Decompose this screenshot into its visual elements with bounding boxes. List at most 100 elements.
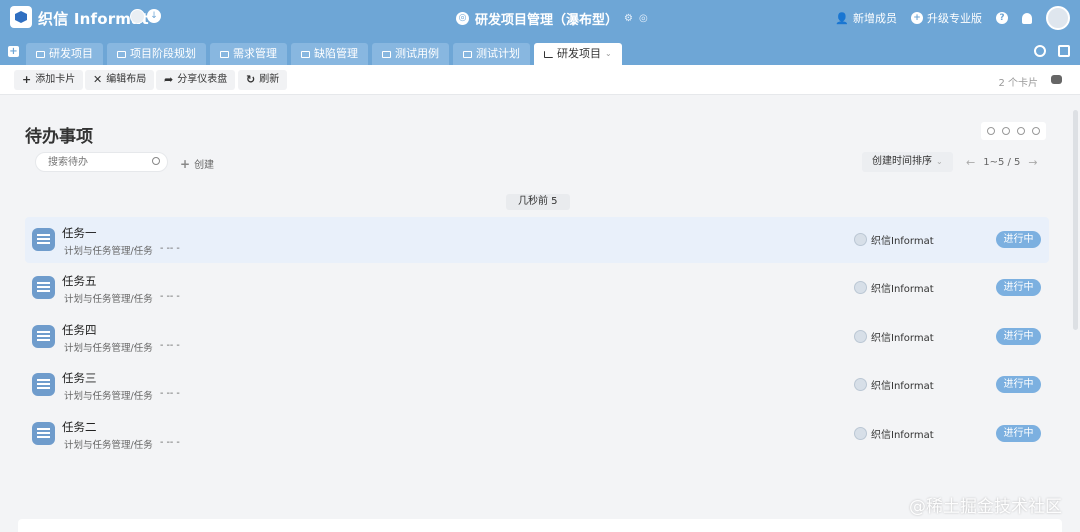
- status-badge[interactable]: 进行中: [996, 376, 1041, 393]
- task-date: - -- -: [160, 243, 180, 254]
- task-path: 计划与任务管理/任务: [64, 391, 153, 402]
- status-badge[interactable]: 进行中: [996, 279, 1041, 296]
- tab-rd-project[interactable]: 研发项目: [26, 43, 103, 65]
- search-icon[interactable]: [152, 157, 160, 165]
- task-name: 任务二: [62, 420, 97, 434]
- tab-test-plans[interactable]: 测试计划: [453, 43, 530, 65]
- gear-icon[interactable]: ⚙: [624, 13, 633, 24]
- refresh-icon[interactable]: [987, 127, 995, 135]
- chevron-down-icon: ⌄: [936, 157, 943, 166]
- table-icon: [117, 50, 126, 58]
- tab-test-cases[interactable]: 测试用例: [372, 43, 449, 65]
- list-item[interactable]: 任务四 计划与任务管理/任务 - -- - 织信Informat 进行中: [25, 314, 1049, 360]
- tab-label: 研发项目: [49, 47, 93, 60]
- owner-name: 织信Informat: [871, 430, 934, 441]
- task-icon: [32, 373, 55, 396]
- top-bar: 织信 Informat ↓ ◎ 研发项目管理（瀑布型） ⚙ ◎ 👤 新增成员 +…: [0, 0, 1080, 40]
- chevron-down-icon[interactable]: ⌄: [605, 43, 612, 65]
- tab-phase-planning[interactable]: 项目阶段规划: [107, 43, 206, 65]
- share-dashboard-button[interactable]: ➦ 分享仪表盘: [156, 70, 236, 90]
- module-tabs: 研发项目 项目阶段规划 需求管理 缺陷管理 测试用例 测试计划 研发项目 ⌄: [26, 43, 622, 65]
- task-name: 任务四: [62, 323, 97, 337]
- tab-label: 项目阶段规划: [130, 47, 196, 60]
- invite-member-label: 新增成员: [853, 12, 897, 25]
- task-path: 计划与任务管理/任务: [64, 294, 153, 305]
- list-item[interactable]: 任务二 计划与任务管理/任务 - -- - 织信Informat 进行中: [25, 411, 1049, 457]
- tab-defects[interactable]: 缺陷管理: [291, 43, 368, 65]
- table-icon: [220, 50, 229, 58]
- task-name: 任务一: [62, 226, 97, 240]
- status-badge[interactable]: 进行中: [996, 425, 1041, 442]
- window-icon[interactable]: [1058, 45, 1070, 57]
- table-icon: [382, 50, 391, 58]
- next-page-icon[interactable]: →: [1028, 156, 1037, 169]
- plus-circle-icon: +: [911, 12, 923, 24]
- bell-icon[interactable]: [1022, 12, 1032, 24]
- task-owner: 织信Informat: [854, 377, 934, 392]
- list-item[interactable]: 任务一 计划与任务管理/任务 - -- - 织信Informat 进行中: [25, 217, 1049, 263]
- owner-name: 织信Informat: [871, 284, 934, 295]
- project-title[interactable]: 研发项目管理（瀑布型）: [475, 9, 618, 28]
- avatar: [854, 427, 867, 440]
- search-input[interactable]: [35, 152, 168, 172]
- status-badge[interactable]: 进行中: [996, 231, 1041, 248]
- status-badge[interactable]: 进行中: [996, 328, 1041, 345]
- user-avatar-small[interactable]: [130, 9, 145, 24]
- task-icon: [32, 422, 55, 445]
- prev-page-icon[interactable]: ←: [966, 156, 975, 169]
- dashboard-toolbar: + 添加卡片 ✕ 编辑布局 ➦ 分享仪表盘 ↻ 刷新 2 个卡片: [0, 65, 1080, 95]
- list-item[interactable]: 任务三 计划与任务管理/任务 - -- - 织信Informat 进行中: [25, 362, 1049, 408]
- task-icon: [32, 228, 55, 251]
- tab-label: 测试计划: [476, 47, 520, 60]
- add-card-button[interactable]: + 添加卡片: [14, 70, 84, 90]
- task-icon: [32, 276, 55, 299]
- avatar[interactable]: [1046, 6, 1070, 30]
- task-date: - -- -: [160, 388, 180, 399]
- download-icon[interactable]: ↓: [147, 9, 161, 23]
- owner-name: 织信Informat: [871, 236, 934, 247]
- panel-tools: [981, 122, 1046, 140]
- copy-icon[interactable]: [1017, 127, 1025, 135]
- share-dashboard-label: 分享仪表盘: [177, 74, 228, 85]
- upgrade-button[interactable]: + 升级专业版: [911, 10, 982, 26]
- add-tab-icon[interactable]: +: [8, 46, 19, 57]
- create-button[interactable]: + 创建: [180, 156, 214, 171]
- tab-requirements[interactable]: 需求管理: [210, 43, 287, 65]
- comment-icon[interactable]: [1051, 75, 1062, 84]
- share-icon: ➦: [164, 73, 174, 86]
- task-owner: 织信Informat: [854, 280, 934, 295]
- expand-icon: ✕: [93, 73, 103, 86]
- task-path: 计划与任务管理/任务: [64, 343, 153, 354]
- task-owner: 织信Informat: [854, 426, 934, 441]
- scrollbar[interactable]: [1073, 110, 1078, 330]
- plus-icon: +: [22, 73, 32, 86]
- info-icon[interactable]: ◎: [639, 13, 648, 24]
- tab-label: 测试用例: [395, 47, 439, 60]
- pagination: ← 1~5 / 5 →: [966, 156, 1038, 169]
- group-label: 几秒前 5: [506, 194, 570, 210]
- avatar: [854, 281, 867, 294]
- sort-label: 创建时间排序: [872, 156, 932, 167]
- refresh-icon: ↻: [246, 73, 256, 86]
- add-user-icon: 👤: [835, 11, 849, 25]
- edit-layout-button[interactable]: ✕ 编辑布局: [85, 70, 155, 90]
- invite-member-button[interactable]: 👤 新增成员: [835, 10, 897, 26]
- todo-panel: 待办事项 +创建 创建时间排序 ⌄ ← 1~5 / 5 → 几秒前 5 任务一 计…: [14, 110, 1064, 510]
- create-label: 创建: [194, 160, 215, 171]
- sort-dropdown[interactable]: 创建时间排序 ⌄: [862, 152, 953, 172]
- upgrade-label: 升级专业版: [927, 12, 982, 25]
- help-icon[interactable]: ?: [996, 12, 1008, 24]
- tab-bar: + 研发项目 项目阶段规划 需求管理 缺陷管理 测试用例 测试计划 研发项目 ⌄: [0, 40, 1080, 65]
- task-name: 任务五: [62, 274, 97, 288]
- task-path: 计划与任务管理/任务: [64, 440, 153, 451]
- pager-text: 1~5 / 5: [983, 157, 1021, 168]
- list-item[interactable]: 任务五 计划与任务管理/任务 - -- - 织信Informat 进行中: [25, 265, 1049, 311]
- app-logo-icon[interactable]: [10, 6, 32, 28]
- task-icon: [32, 325, 55, 348]
- tab-rd-dashboard[interactable]: 研发项目 ⌄: [534, 43, 622, 65]
- search-icon[interactable]: [1034, 45, 1046, 57]
- refresh-button[interactable]: ↻ 刷新: [238, 70, 288, 90]
- tab-label: 缺陷管理: [314, 47, 358, 60]
- fullscreen-icon[interactable]: [1002, 127, 1010, 135]
- gear-icon[interactable]: [1032, 127, 1040, 135]
